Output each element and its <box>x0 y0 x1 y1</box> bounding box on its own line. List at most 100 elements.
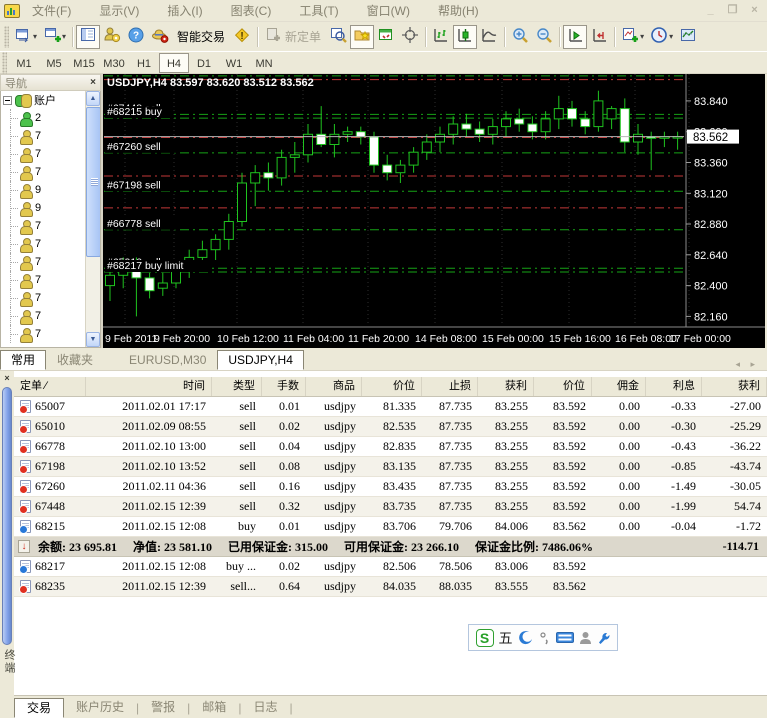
timeframe-m1[interactable]: M1 <box>9 53 39 73</box>
navigator-tab-1[interactable]: 收藏夹 <box>46 350 104 370</box>
order-row-67260[interactable]: 672602011.02.11 04:36sell0.16usdjpy83.43… <box>14 477 767 497</box>
user-icon[interactable] <box>579 631 592 645</box>
restore-button[interactable]: ❐ <box>724 3 741 18</box>
order-row-65007[interactable]: 650072011.02.01 17:17sell0.01usdjpy81.33… <box>14 397 767 417</box>
timeframe-mn[interactable]: MN <box>249 53 279 73</box>
column-header-10[interactable]: 利息 <box>646 377 702 396</box>
terminal-tab-3[interactable]: 邮箱 <box>190 698 238 718</box>
column-header-1[interactable]: 时间 <box>86 377 212 396</box>
timeframe-m15[interactable]: M15 <box>69 53 99 73</box>
moon-icon[interactable] <box>518 630 534 646</box>
indicators-button[interactable]: ▾ <box>618 25 647 49</box>
warning-button[interactable]: ! <box>230 25 254 49</box>
candle-body <box>396 165 405 173</box>
close-button[interactable]: × <box>746 3 763 18</box>
wubi-mode-icon[interactable]: 五 <box>499 628 513 648</box>
terminal-tab-4[interactable]: 日志 <box>241 698 289 718</box>
navigator-close-icon[interactable]: × <box>90 77 96 88</box>
sogou-logo-icon[interactable]: S <box>476 629 494 647</box>
account-icon <box>19 292 32 305</box>
line-chart-button[interactable] <box>477 25 501 49</box>
terminal-toggle-button[interactable] <box>374 25 398 49</box>
order-row-68217[interactable]: 682172011.02.15 12:08buy ...0.02usdjpy82… <box>14 557 767 577</box>
order-row-68235[interactable]: 682352011.02.15 12:39sell...0.64usdjpy84… <box>14 577 767 597</box>
chart-shift-button[interactable] <box>587 25 611 49</box>
new-chart-button[interactable]: ▾ <box>40 25 69 49</box>
order-tp: 83.006 <box>478 559 534 574</box>
column-header-0[interactable]: 定单 ∕ <box>14 377 86 396</box>
column-header-9[interactable]: 佣金 <box>592 377 646 396</box>
timeframe-h1[interactable]: H1 <box>129 53 159 73</box>
candlestick-button[interactable] <box>453 25 477 49</box>
order-commission: 0.00 <box>592 479 646 494</box>
chart-tab-1[interactable]: USDJPY,H4 <box>217 350 303 370</box>
scroll-thumb[interactable] <box>86 107 101 257</box>
candle-body <box>581 119 590 127</box>
timeframe-h4[interactable]: H4 <box>159 53 189 73</box>
menu-item-4[interactable]: 工具(T) <box>299 2 338 19</box>
column-header-11[interactable]: 获利 <box>702 377 767 396</box>
terminal-tab-1[interactable]: 账户历史 <box>64 698 136 718</box>
chart-tab-0[interactable]: EURUSD,M30 <box>118 350 217 370</box>
menu-item-0[interactable]: 文件(F) <box>32 2 71 19</box>
menu-item-6[interactable]: 帮助(H) <box>438 2 479 19</box>
expert-advisors-button[interactable]: 智能交易 <box>172 25 230 49</box>
punctuation-icon[interactable] <box>539 631 551 645</box>
navigator-scrollbar[interactable]: ▲▼ <box>85 91 100 347</box>
column-header-6[interactable]: 止损 <box>422 377 478 396</box>
navigator-toggle-button[interactable] <box>76 25 100 49</box>
crosshair-icon <box>401 26 419 47</box>
dropdown-arrow-icon: ▾ <box>33 32 37 41</box>
column-header-8[interactable]: 价位 <box>534 377 592 396</box>
zoom-out-button[interactable] <box>532 25 556 49</box>
collapse-icon[interactable] <box>3 96 12 105</box>
strategy-tester-button[interactable] <box>148 25 172 49</box>
bar-chart-button[interactable] <box>429 25 453 49</box>
order-row-67448[interactable]: 674482011.02.15 12:39sell0.32usdjpy83.73… <box>14 497 767 517</box>
profiles-button[interactable] <box>350 25 374 49</box>
candlestick-chart[interactable]: #67448 sell#68215 buy#67260 sell#67198 s… <box>103 74 765 348</box>
terminal-drag-handle[interactable] <box>2 387 12 645</box>
menu-item-3[interactable]: 图表(C) <box>231 2 272 19</box>
terminal-tab-2[interactable]: 警报 <box>139 698 187 718</box>
tree-line <box>1 235 11 253</box>
order-row-67198[interactable]: 671982011.02.10 13:52sell0.08usdjpy83.13… <box>14 457 767 477</box>
menu-item-5[interactable]: 窗口(W) <box>367 2 410 19</box>
column-header-3[interactable]: 手数 <box>262 377 306 396</box>
terminal-tab-0[interactable]: 交易 <box>14 698 64 718</box>
auto-scroll-button[interactable] <box>563 25 587 49</box>
periods-button[interactable]: ▾ <box>647 25 676 49</box>
menu-item-2[interactable]: 插入(I) <box>167 2 202 19</box>
order-row-68215[interactable]: 682152011.02.15 12:08buy0.01usdjpy83.706… <box>14 517 767 537</box>
timeframe-m5[interactable]: M5 <box>39 53 69 73</box>
time-axis-label: 17 Feb 00:00 <box>669 333 731 345</box>
minimize-button[interactable]: _ <box>702 3 719 18</box>
accounts-button[interactable] <box>100 25 124 49</box>
chart-area[interactable]: #67448 sell#68215 buy#67260 sell#67198 s… <box>103 74 765 348</box>
column-header-5[interactable]: 价位 <box>362 377 422 396</box>
scroll-up-icon[interactable]: ▲ <box>86 91 100 106</box>
data-window-button[interactable]: ? <box>124 25 148 49</box>
crosshair-button[interactable] <box>398 25 422 49</box>
order-row-66778[interactable]: 667782011.02.10 13:00sell0.04usdjpy82.83… <box>14 437 767 457</box>
timeframe-d1[interactable]: D1 <box>189 53 219 73</box>
wrench-icon[interactable] <box>597 631 611 645</box>
market-watch-button[interactable] <box>326 25 350 49</box>
scroll-down-icon[interactable]: ▼ <box>86 332 100 347</box>
keyboard-icon[interactable] <box>556 631 574 644</box>
navigator-tab-0[interactable]: 常用 <box>0 350 46 370</box>
order-id: 65010 <box>35 419 65 434</box>
order-row-65010[interactable]: 650102011.02.09 08:55sell0.02usdjpy82.53… <box>14 417 767 437</box>
templates-button[interactable] <box>676 25 700 49</box>
column-header-4[interactable]: 商品 <box>306 377 362 396</box>
terminal-close-icon[interactable]: × <box>1 373 13 385</box>
timeframe-w1[interactable]: W1 <box>219 53 249 73</box>
tab-scroll-arrows[interactable]: ◂ ▸ <box>735 359 767 370</box>
column-header-2[interactable]: 类型 <box>212 377 262 396</box>
order-lots: 0.01 <box>262 399 306 414</box>
menu-item-1[interactable]: 显示(V) <box>99 2 139 19</box>
window-cycle-button[interactable]: ▾ <box>11 25 40 49</box>
column-header-7[interactable]: 获利 <box>478 377 534 396</box>
zoom-in-button[interactable] <box>508 25 532 49</box>
timeframe-m30[interactable]: M30 <box>99 53 129 73</box>
